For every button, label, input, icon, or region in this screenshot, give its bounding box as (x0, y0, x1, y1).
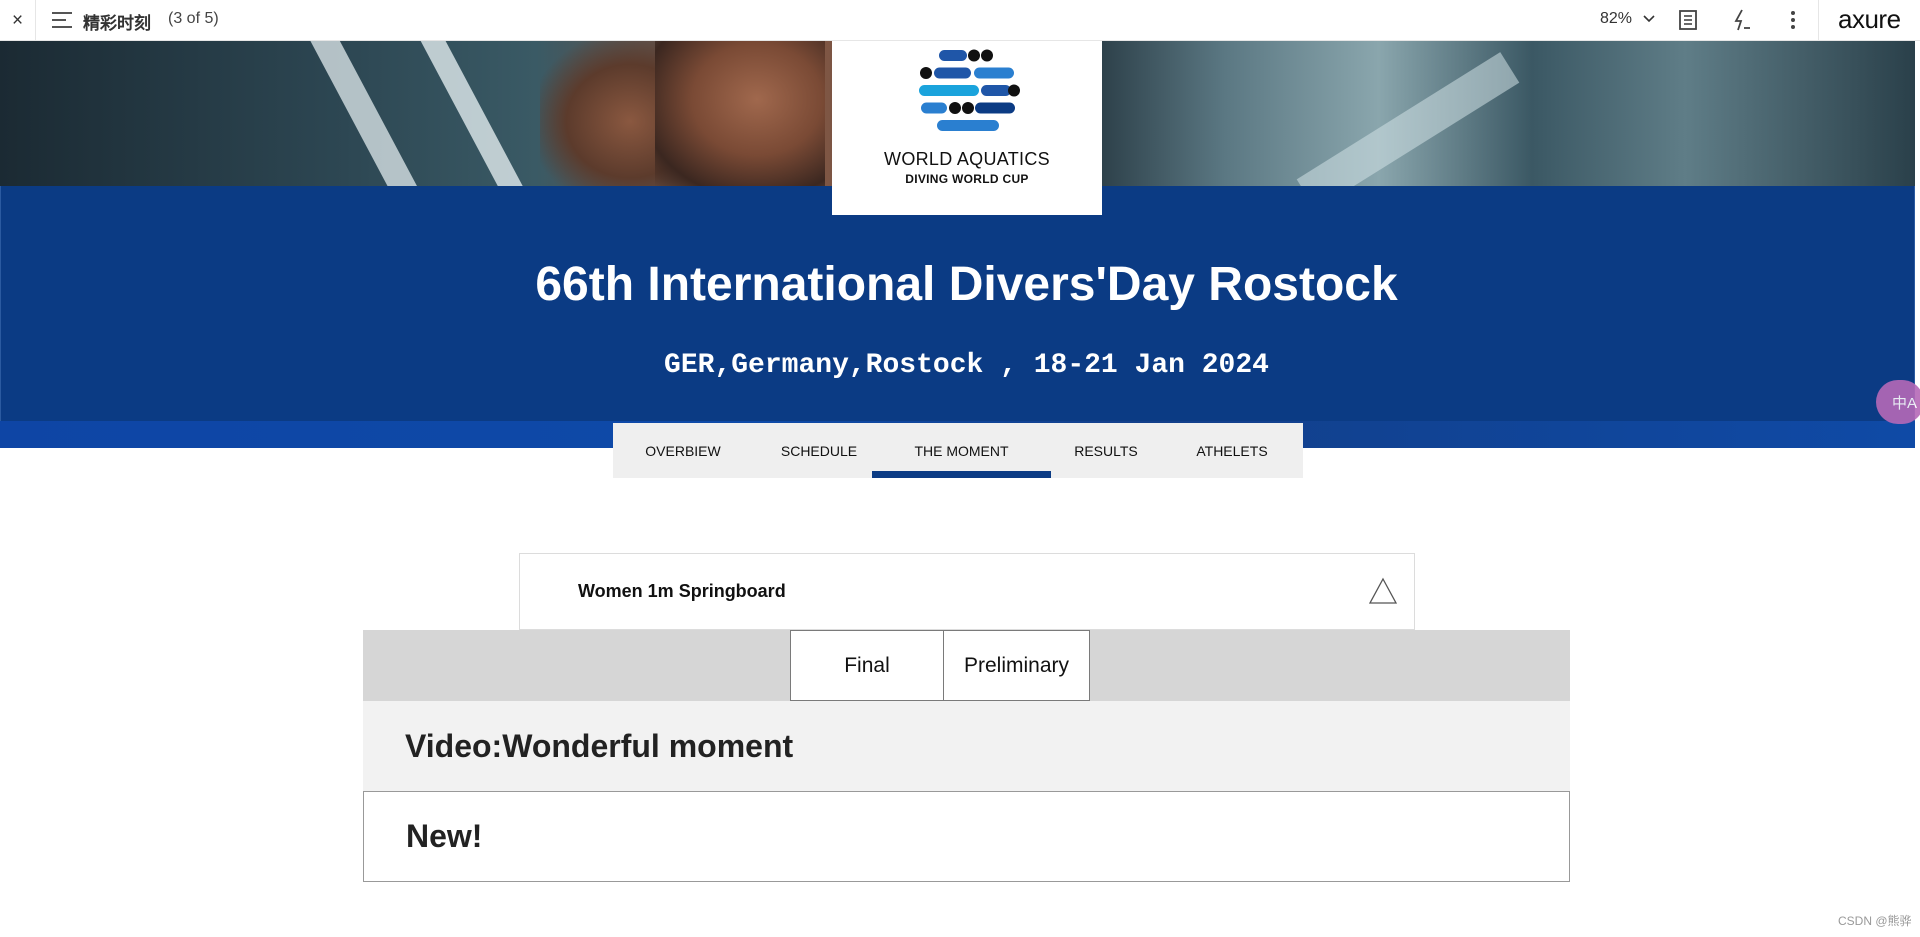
logo-wordmark: WORLD AQUATICS (884, 149, 1050, 169)
tab-athletes[interactable]: ATHELETS (1161, 423, 1303, 478)
more-vertical-icon[interactable] (1781, 8, 1805, 32)
discipline-label: Women 1m Springboard (578, 581, 786, 601)
tab-schedule[interactable]: SCHEDULE (753, 423, 885, 478)
event-title: 66th International Divers'Day Rostock (535, 258, 1398, 311)
hero-decor (655, 41, 825, 187)
hero-decor (419, 41, 543, 187)
hero-decor (1296, 52, 1520, 187)
tab-overview[interactable]: OVERBIEW (613, 423, 753, 478)
world-aquatics-logo: WORLD AQUATICS DIVING WORLD CUP (832, 41, 1102, 215)
tab-results[interactable]: RESULTS (1051, 423, 1161, 478)
new-section: New! (363, 791, 1570, 882)
translate-icon[interactable]: 中A (1876, 380, 1920, 424)
tab-the-moment[interactable]: THE MOMENT (872, 423, 1051, 478)
triangle-up-icon[interactable] (1368, 576, 1398, 606)
new-section-title: New! (406, 818, 483, 854)
page-title: 精彩时刻 (83, 14, 151, 33)
chevron-down-icon[interactable] (1642, 8, 1656, 30)
zoom-level[interactable]: 82% (1600, 10, 1632, 28)
preliminary-button[interactable]: Preliminary (943, 630, 1090, 701)
logo-tagline: DIVING WORLD CUP (905, 172, 1029, 186)
menu-icon[interactable] (52, 11, 72, 29)
close-icon[interactable]: × (0, 0, 36, 41)
video-section-title: Video:Wonderful moment (405, 728, 794, 764)
event-location-date: GER,Germany,Rostock , 18-21 Jan 2024 (664, 350, 1269, 381)
toolbar-divider (1818, 0, 1819, 41)
page-count: (3 of 5) (168, 10, 219, 27)
watermark: CSDN @熊骅 (1838, 914, 1912, 928)
round-selector: Final Preliminary (363, 630, 1570, 701)
world-aquatics-mark-icon (919, 49, 1020, 131)
viewer-toolbar: × 精彩时刻 (3 of 5) 82% axure (0, 0, 1920, 41)
hero-decor (309, 41, 437, 187)
axure-logo: axure (1838, 4, 1901, 34)
notes-icon[interactable] (1676, 8, 1700, 32)
event-tabs: OVERBIEW SCHEDULE THE MOMENT RESULTS ATH… (613, 423, 1303, 478)
final-button[interactable]: Final (790, 630, 944, 701)
lightning-icon[interactable] (1729, 8, 1753, 32)
video-section: Video:Wonderful moment (363, 701, 1570, 791)
discipline-dropdown[interactable]: Women 1m Springboard (519, 553, 1415, 630)
